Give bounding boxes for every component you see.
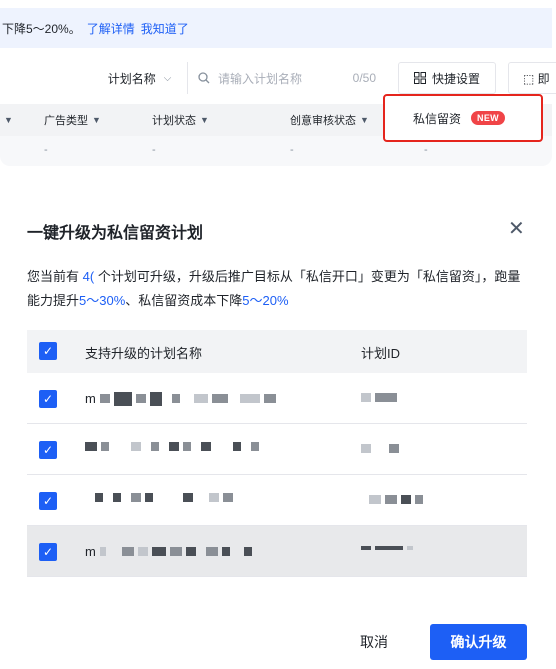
check-icon: ✓ (42, 443, 54, 457)
plan-id-redacted (361, 444, 403, 453)
plan-list: ✓ 支持升级的计划名称 计划ID ✓ m ✓ ✓ ✓ m (27, 330, 527, 577)
learn-more-link[interactable]: 了解详情 (87, 20, 135, 37)
cost-percent: 5～20% (242, 293, 289, 308)
export-icon: ⬚ 即 (523, 71, 550, 86)
check-icon: ✓ (42, 344, 54, 358)
toolbar: 计划名称 ⌵ 请输入计划名称 0/50 快捷设置 ⬚ 即 (0, 62, 556, 94)
cancel-button[interactable]: 取消 (360, 632, 388, 652)
plan-name-redacted: m (85, 391, 280, 406)
check-icon: ✓ (42, 545, 54, 559)
grid-icon (413, 72, 426, 84)
row-checkbox[interactable]: ✓ (39, 390, 57, 408)
search-icon (198, 72, 210, 84)
quick-settings-button[interactable]: 快捷设置 (398, 62, 496, 94)
search-char-count: 0/50 (352, 71, 376, 85)
search-placeholder: 请输入计划名称 (218, 71, 303, 86)
capacity-percent: 5～30% (79, 293, 126, 308)
check-icon: ✓ (42, 392, 54, 406)
plan-name-redacted (85, 442, 263, 451)
plan-id-redacted (361, 495, 427, 504)
plan-field-select[interactable]: 计划名称 ⌵ (92, 62, 188, 94)
filter-icon[interactable]: ▼ (4, 104, 13, 136)
list-item[interactable]: ✓ (27, 475, 527, 526)
modal-description: 您当前有 4( 个计划可升级，升级后推广目标从「私信开口」变更为「私信留资」，跑… (27, 269, 521, 308)
quick-settings-dropdown: 私信留资 NEW (383, 94, 543, 142)
plan-id-redacted (361, 546, 417, 550)
confirm-upgrade-button[interactable]: 确认升级 (430, 624, 527, 660)
chevron-down-icon: ⌵ (163, 72, 172, 84)
row-checkbox[interactable]: ✓ (39, 543, 57, 561)
dismiss-link[interactable]: 我知道了 (141, 20, 189, 37)
close-icon[interactable]: ✕ (508, 219, 525, 239)
select-all-checkbox[interactable]: ✓ (39, 342, 57, 360)
notice-text: 下降5～20%。 (2, 21, 81, 36)
upgrade-notice-bar: 下降5～20%。 了解详情 我知道了 (0, 8, 552, 48)
list-item[interactable]: ✓ m (27, 373, 527, 424)
row-checkbox[interactable]: ✓ (39, 492, 57, 510)
filter-icon[interactable]: ▼ (360, 115, 369, 125)
check-icon: ✓ (42, 494, 54, 508)
header-plan-id: 计划ID (361, 346, 401, 361)
quick-settings-label: 快捷设置 (431, 71, 480, 86)
plan-id-redacted (361, 393, 401, 402)
column-plan-status[interactable]: 计划状态 ▼ (152, 104, 209, 136)
row-checkbox[interactable]: ✓ (39, 441, 57, 459)
modal-title: 一键升级为私信留资计划 (27, 225, 204, 242)
new-badge: NEW (471, 111, 505, 125)
filter-icon[interactable]: ▼ (92, 115, 101, 125)
background-page: 下降5～20%。 了解详情 我知道了 计划名称 ⌵ 请输入计划名称 0/50 快… (0, 0, 556, 175)
column-ad-type[interactable]: 广告类型 ▼ (44, 104, 101, 136)
header-plan-name: 支持升级的计划名称 (85, 346, 203, 361)
list-header: ✓ 支持升级的计划名称 计划ID (27, 330, 527, 373)
column-review-status[interactable]: 创意审核状态 ▼ (290, 104, 369, 136)
plan-select-label: 计划名称 (107, 71, 156, 86)
plan-name-redacted: m (85, 544, 256, 559)
plan-count: 4( (82, 269, 95, 284)
list-item[interactable]: ✓ m (27, 526, 527, 577)
export-button[interactable]: ⬚ 即 (508, 62, 556, 94)
plan-name-redacted (85, 493, 237, 502)
dropdown-item-private-msg-lead[interactable]: 私信留资 (413, 110, 461, 127)
search-input[interactable]: 请输入计划名称 0/50 (188, 62, 388, 94)
list-item[interactable]: ✓ (27, 424, 527, 475)
filter-icon[interactable]: ▼ (200, 115, 209, 125)
upgrade-modal: 一键升级为私信留资计划 ✕ 您当前有 4( 个计划可升级，升级后推广目标从「私信… (0, 175, 556, 669)
